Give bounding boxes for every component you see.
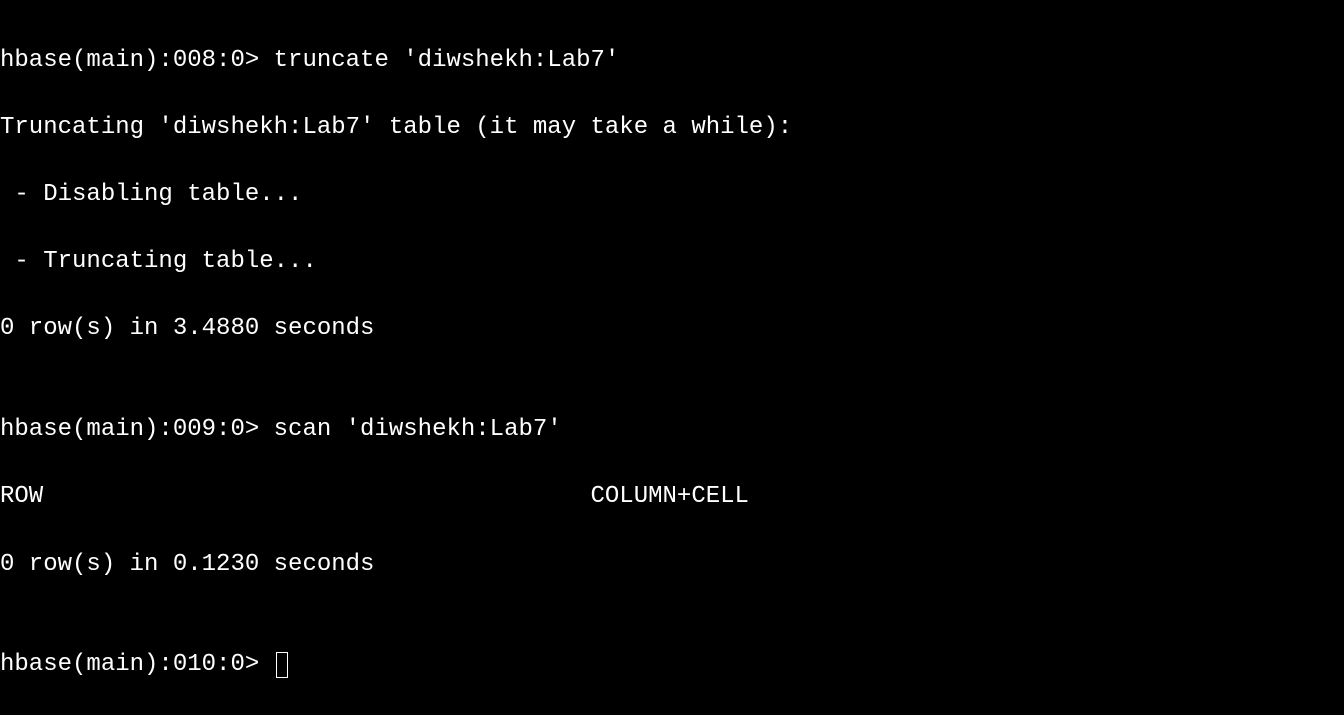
terminal-output[interactable]: hbase(main):008:0> truncate 'diwshekh:La… — [0, 10, 1344, 715]
terminal-line-output: ROW COLUMN+CELL — [0, 480, 1344, 514]
terminal-line-output: Truncating 'diwshekh:Lab7' table (it may… — [0, 111, 1344, 145]
terminal-line-output: 0 row(s) in 3.4880 seconds — [0, 312, 1344, 346]
terminal-line-output: 0 row(s) in 0.1230 seconds — [0, 548, 1344, 582]
terminal-line-prompt-3: hbase(main):010:0> — [0, 648, 1344, 682]
terminal-line-output: - Disabling table... — [0, 178, 1344, 212]
terminal-line-prompt-1: hbase(main):008:0> truncate 'diwshekh:La… — [0, 44, 1344, 78]
terminal-line-prompt-2: hbase(main):009:0> scan 'diwshekh:Lab7' — [0, 413, 1344, 447]
terminal-cursor — [276, 652, 288, 678]
terminal-line-output: - Truncating table... — [0, 245, 1344, 279]
terminal-prompt-text: hbase(main):010:0> — [0, 651, 274, 678]
